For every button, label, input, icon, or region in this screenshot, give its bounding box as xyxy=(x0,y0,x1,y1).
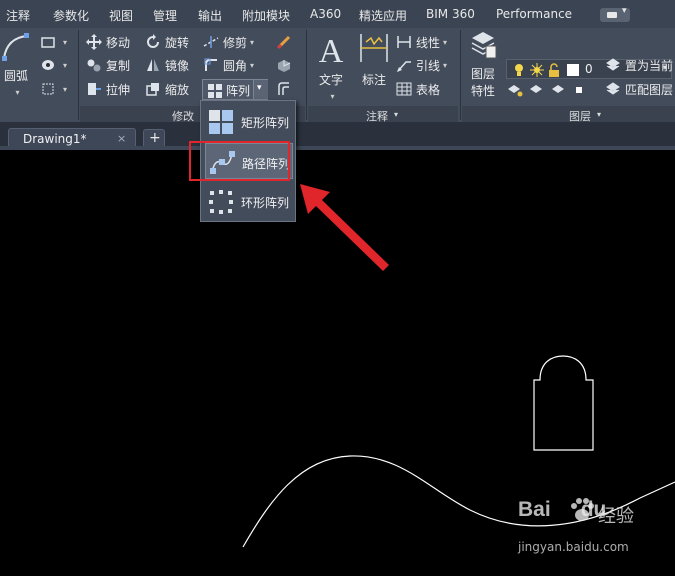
baidu-paw-icon xyxy=(571,498,594,521)
baidu-watermark: Bai du 经验 jingyan.baidu.com xyxy=(518,494,668,564)
red-arrow-overlay xyxy=(300,184,389,271)
watermark-cn: 经验 xyxy=(598,506,634,527)
watermark-url: jingyan.baidu.com xyxy=(518,540,629,554)
red-arrow xyxy=(300,184,389,271)
